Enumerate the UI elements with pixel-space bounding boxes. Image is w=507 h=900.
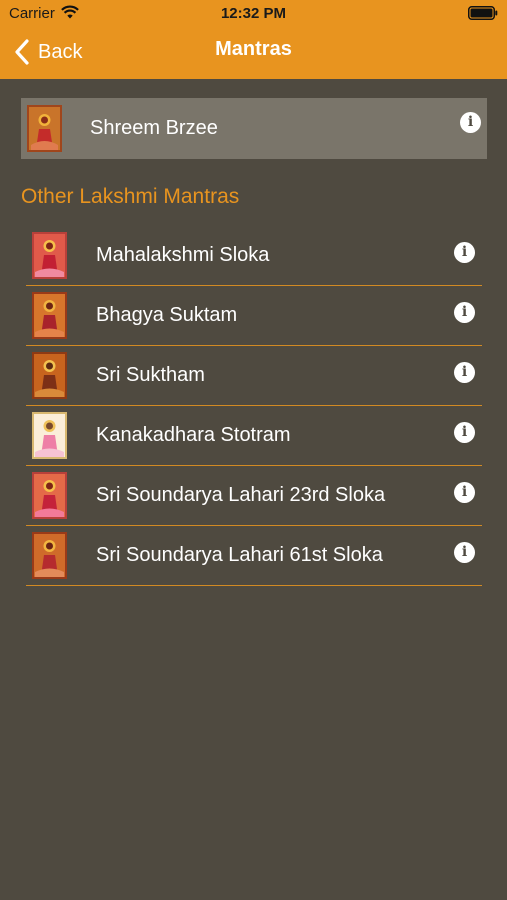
list-item[interactable]: Kanakadhara Stotram i xyxy=(26,406,482,466)
info-icon[interactable]: i xyxy=(454,542,475,563)
list-item[interactable]: Sri Soundarya Lahari 23rd Sloka i xyxy=(26,466,482,526)
list-item-label: Kanakadhara Stotram xyxy=(96,424,291,446)
list-item[interactable]: Sri Soundarya Lahari 61st Sloka i xyxy=(26,526,482,586)
section-title: Other Lakshmi Mantras xyxy=(21,185,240,208)
lakshmi-thumbnail-image xyxy=(32,412,67,459)
list-item-label: Mahalakshmi Sloka xyxy=(96,244,270,266)
lakshmi-thumbnail-image xyxy=(32,472,67,519)
lakshmi-thumbnail-image xyxy=(32,232,67,279)
lakshmi-thumbnail-image xyxy=(32,292,67,339)
list-item[interactable]: Mahalakshmi Sloka i xyxy=(26,226,482,286)
list-item[interactable]: Sri Suktham i xyxy=(26,346,482,406)
battery-icon xyxy=(468,6,498,20)
lakshmi-thumbnail-image xyxy=(27,105,62,152)
status-bar: Carrier 12:32 PM xyxy=(0,0,507,28)
list-item-label: Bhagya Suktam xyxy=(96,304,238,326)
header-bar: Carrier 12:32 PM Back Mantras xyxy=(0,0,507,79)
info-icon[interactable]: i xyxy=(454,362,475,383)
featured-mantra-label: Shreem Brzee xyxy=(90,117,218,139)
info-icon[interactable]: i xyxy=(454,302,475,323)
info-icon[interactable]: i xyxy=(454,242,475,263)
list-item-label: Sri Soundarya Lahari 61st Sloka xyxy=(96,544,383,566)
info-icon[interactable]: i xyxy=(460,112,481,133)
list-item[interactable]: Bhagya Suktam i xyxy=(26,286,482,346)
lakshmi-thumbnail-image xyxy=(32,352,67,399)
lakshmi-thumbnail-image xyxy=(32,532,67,579)
info-icon[interactable]: i xyxy=(454,482,475,503)
list-item-label: Sri Soundarya Lahari 23rd Sloka xyxy=(96,484,386,506)
info-icon[interactable]: i xyxy=(454,422,475,443)
list-item-label: Sri Suktham xyxy=(96,364,205,386)
featured-mantra-row[interactable]: Shreem Brzee i xyxy=(21,98,487,159)
status-time: 12:32 PM xyxy=(220,5,287,22)
mantra-list: Mahalakshmi Sloka i Bhagya Suktam i Sri … xyxy=(26,226,482,586)
page-title: Mantras xyxy=(215,38,292,60)
